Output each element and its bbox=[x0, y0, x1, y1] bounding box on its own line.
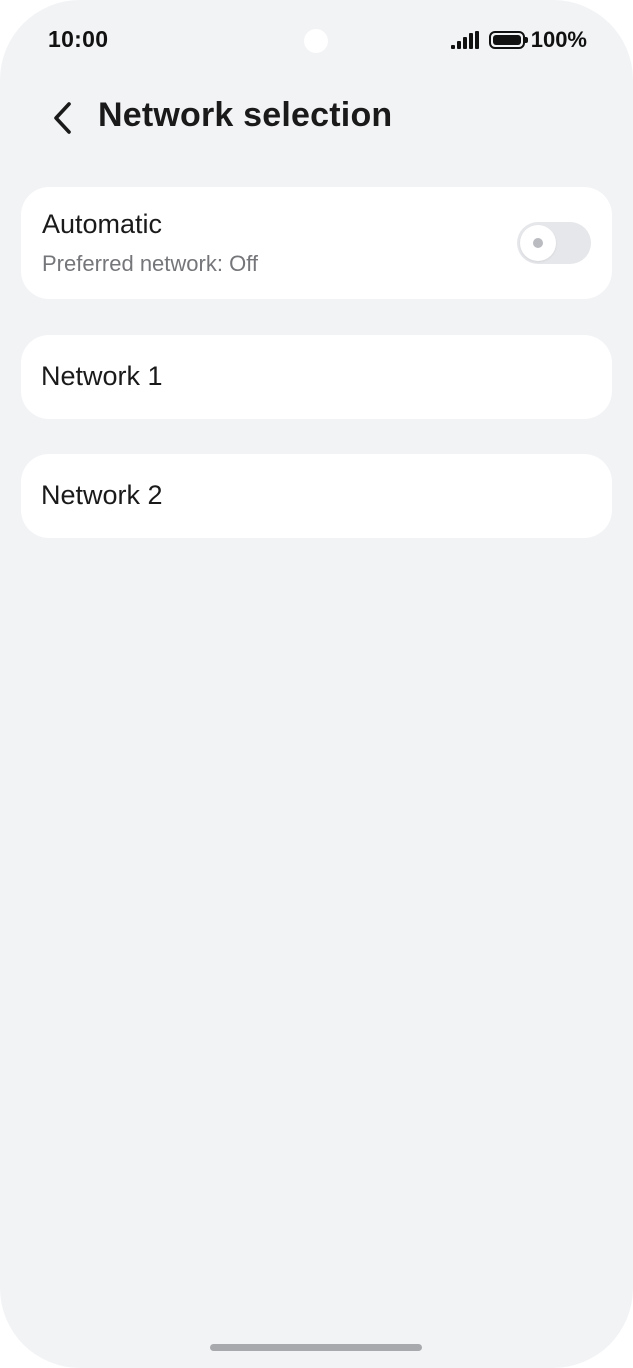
back-button[interactable] bbox=[36, 92, 88, 144]
battery-level: 100% bbox=[530, 27, 587, 52]
network-item-1[interactable]: Network 1 bbox=[21, 335, 612, 419]
status-time: 10:00 bbox=[48, 26, 109, 52]
header: Network selection bbox=[0, 88, 633, 148]
chevron-left-icon bbox=[54, 102, 71, 134]
network-label: Network 1 bbox=[41, 361, 163, 391]
camera-cutout bbox=[304, 29, 328, 53]
network-item-2[interactable]: Network 2 bbox=[21, 454, 612, 538]
signal-icon bbox=[449, 31, 479, 49]
page-title: Network selection bbox=[98, 96, 393, 134]
automatic-title: Automatic bbox=[42, 209, 163, 239]
battery-icon bbox=[488, 31, 528, 49]
network-label: Network 2 bbox=[41, 480, 163, 510]
automatic-toggle[interactable] bbox=[517, 222, 591, 264]
status-bar: 10:00 100% bbox=[0, 0, 633, 80]
automatic-subtitle: Preferred network: Off bbox=[42, 251, 259, 276]
status-icons: 100% bbox=[449, 26, 587, 54]
home-indicator[interactable] bbox=[210, 1344, 422, 1351]
toggle-knob bbox=[520, 225, 556, 261]
automatic-setting-card[interactable]: Automatic Preferred network: Off bbox=[21, 187, 612, 299]
phone-screen: 10:00 100% Network selection Automatic P… bbox=[0, 0, 633, 1368]
